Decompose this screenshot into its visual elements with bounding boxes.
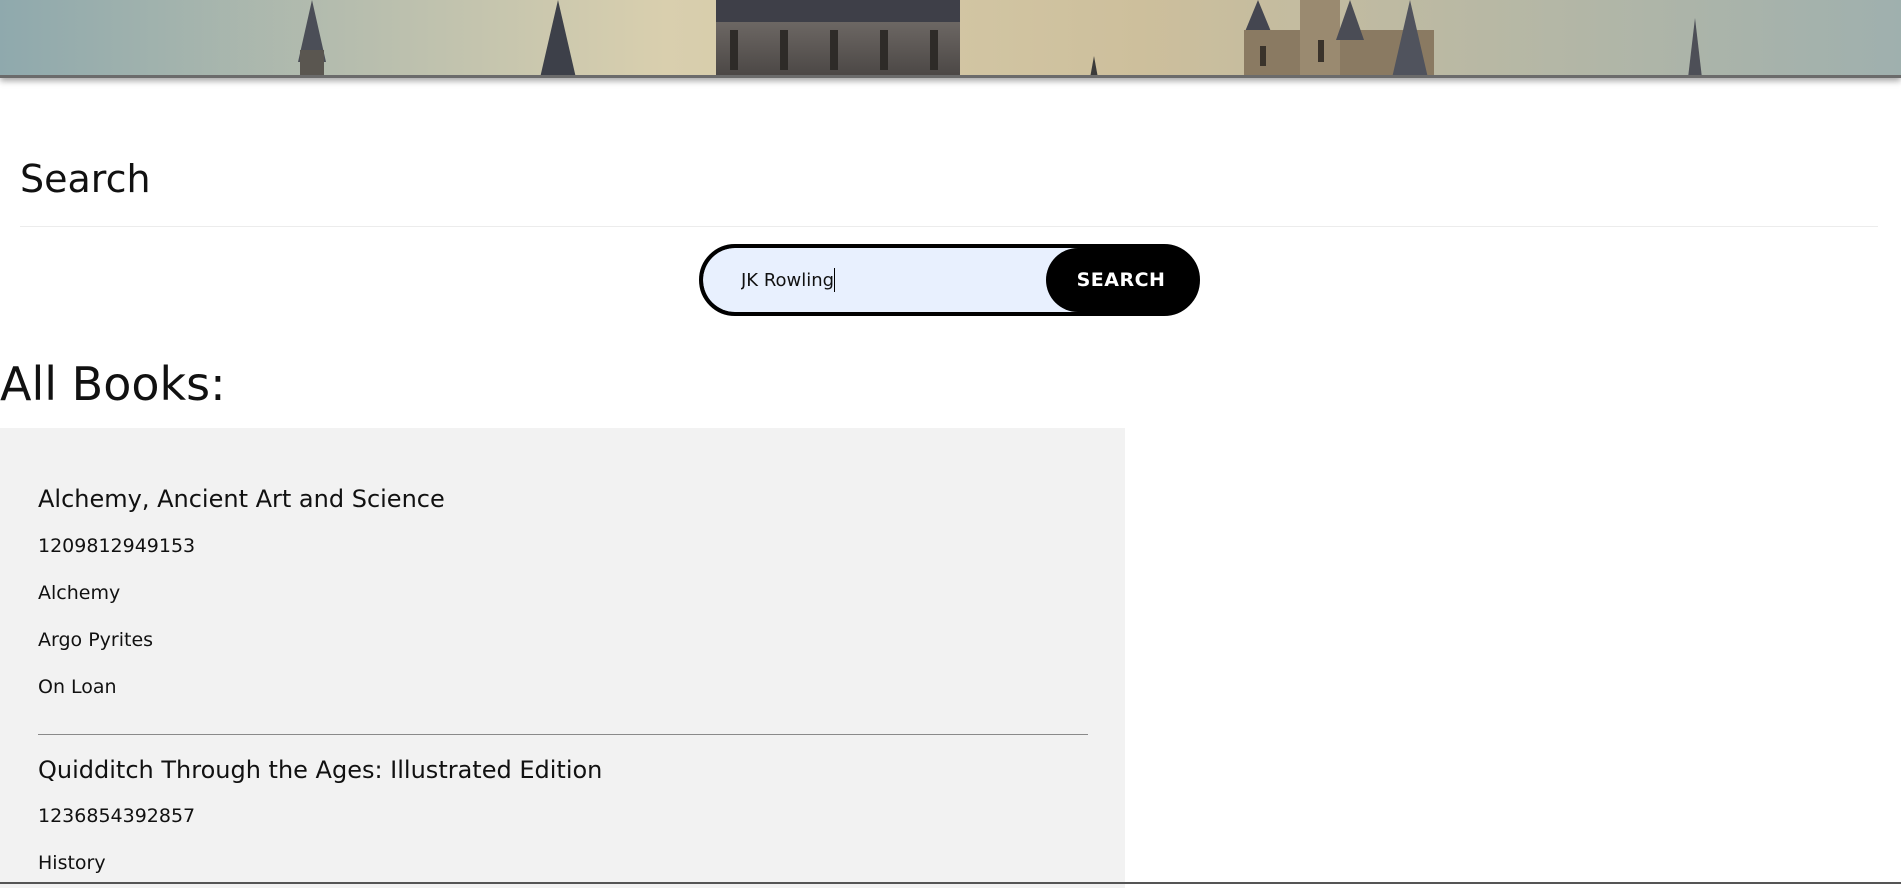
all-books-heading: All Books: [0, 357, 226, 411]
search-form: SEARCH [699, 244, 1200, 316]
book-card: Quidditch Through the Ages: Illustrated … [38, 735, 1088, 875]
book-category: Alchemy [38, 582, 121, 604]
search-input[interactable] [703, 248, 1079, 312]
search-heading: Search [20, 157, 151, 201]
castle-banner-image [0, 0, 1901, 75]
book-title: Alchemy, Ancient Art and Science [38, 485, 445, 513]
book-author: Argo Pyrites [38, 629, 154, 651]
text-cursor [834, 268, 835, 292]
section-divider [20, 226, 1878, 227]
search-button[interactable]: SEARCH [1046, 248, 1196, 312]
book-isbn: 1209812949153 [38, 535, 196, 557]
book-status: On Loan [38, 676, 117, 698]
book-category: History [38, 852, 106, 874]
book-title: Quidditch Through the Ages: Illustrated … [38, 756, 603, 784]
header-banner [0, 0, 1901, 78]
book-card: Alchemy, Ancient Art and Science 1209812… [38, 428, 1088, 699]
books-list: Alchemy, Ancient Art and Science 1209812… [0, 428, 1125, 888]
book-isbn: 1236854392857 [38, 805, 196, 827]
